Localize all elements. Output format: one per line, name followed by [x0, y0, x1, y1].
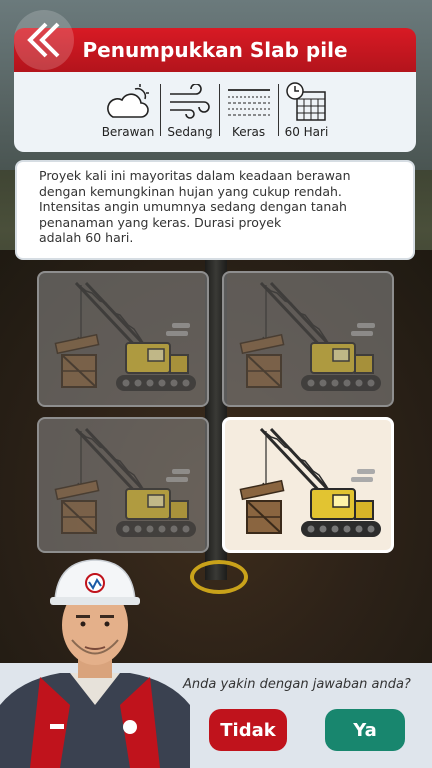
background-ring — [190, 560, 248, 594]
crane-option-1[interactable] — [37, 271, 209, 407]
description-line: adalah 60 hari. — [39, 230, 134, 245]
condition-weather: Berawan — [96, 82, 161, 139]
crane-option-3[interactable] — [37, 417, 209, 553]
yes-button[interactable]: Ya — [325, 709, 405, 751]
title-bar: Penumpukkan Slab pile — [14, 28, 416, 72]
project-description: Proyek kali ini mayoritas dalam keadaan … — [15, 160, 415, 260]
crane-icon — [54, 281, 196, 391]
crane-icon — [54, 427, 196, 537]
condition-soil: Keras — [220, 82, 278, 139]
crane-icon — [239, 427, 381, 537]
soil-icon — [227, 89, 270, 116]
cloud-icon — [107, 84, 150, 118]
no-button[interactable]: Tidak — [209, 709, 287, 751]
condition-wind: Sedang — [161, 82, 218, 139]
description-line: Intensitas angin umumnya sedang dengan t… — [39, 199, 347, 214]
wind-icon — [169, 84, 210, 119]
description-line: dengan kemungkinan hujan yang cukup rend… — [39, 183, 342, 199]
crane-option-2[interactable] — [222, 271, 394, 407]
description-line: penanaman yang keras. Durasi proyek — [39, 214, 282, 230]
confirm-question: Anda yakin dengan jawaban anda? — [183, 677, 411, 692]
back-button[interactable] — [14, 10, 74, 70]
engineer-character — [0, 559, 190, 768]
conditions-panel: Berawan Sedang Keras 60 Hari — [14, 72, 416, 152]
page-title: Penumpukkan Slab pile — [82, 38, 348, 62]
crane-icon — [239, 281, 381, 391]
crane-option-4[interactable] — [222, 417, 394, 553]
calendar-icon — [286, 82, 327, 121]
description-line: Proyek kali ini mayoritas dalam keadaan … — [39, 168, 351, 183]
condition-duration: 60 Hari — [279, 82, 335, 139]
double-chevron-left-icon — [27, 22, 60, 58]
